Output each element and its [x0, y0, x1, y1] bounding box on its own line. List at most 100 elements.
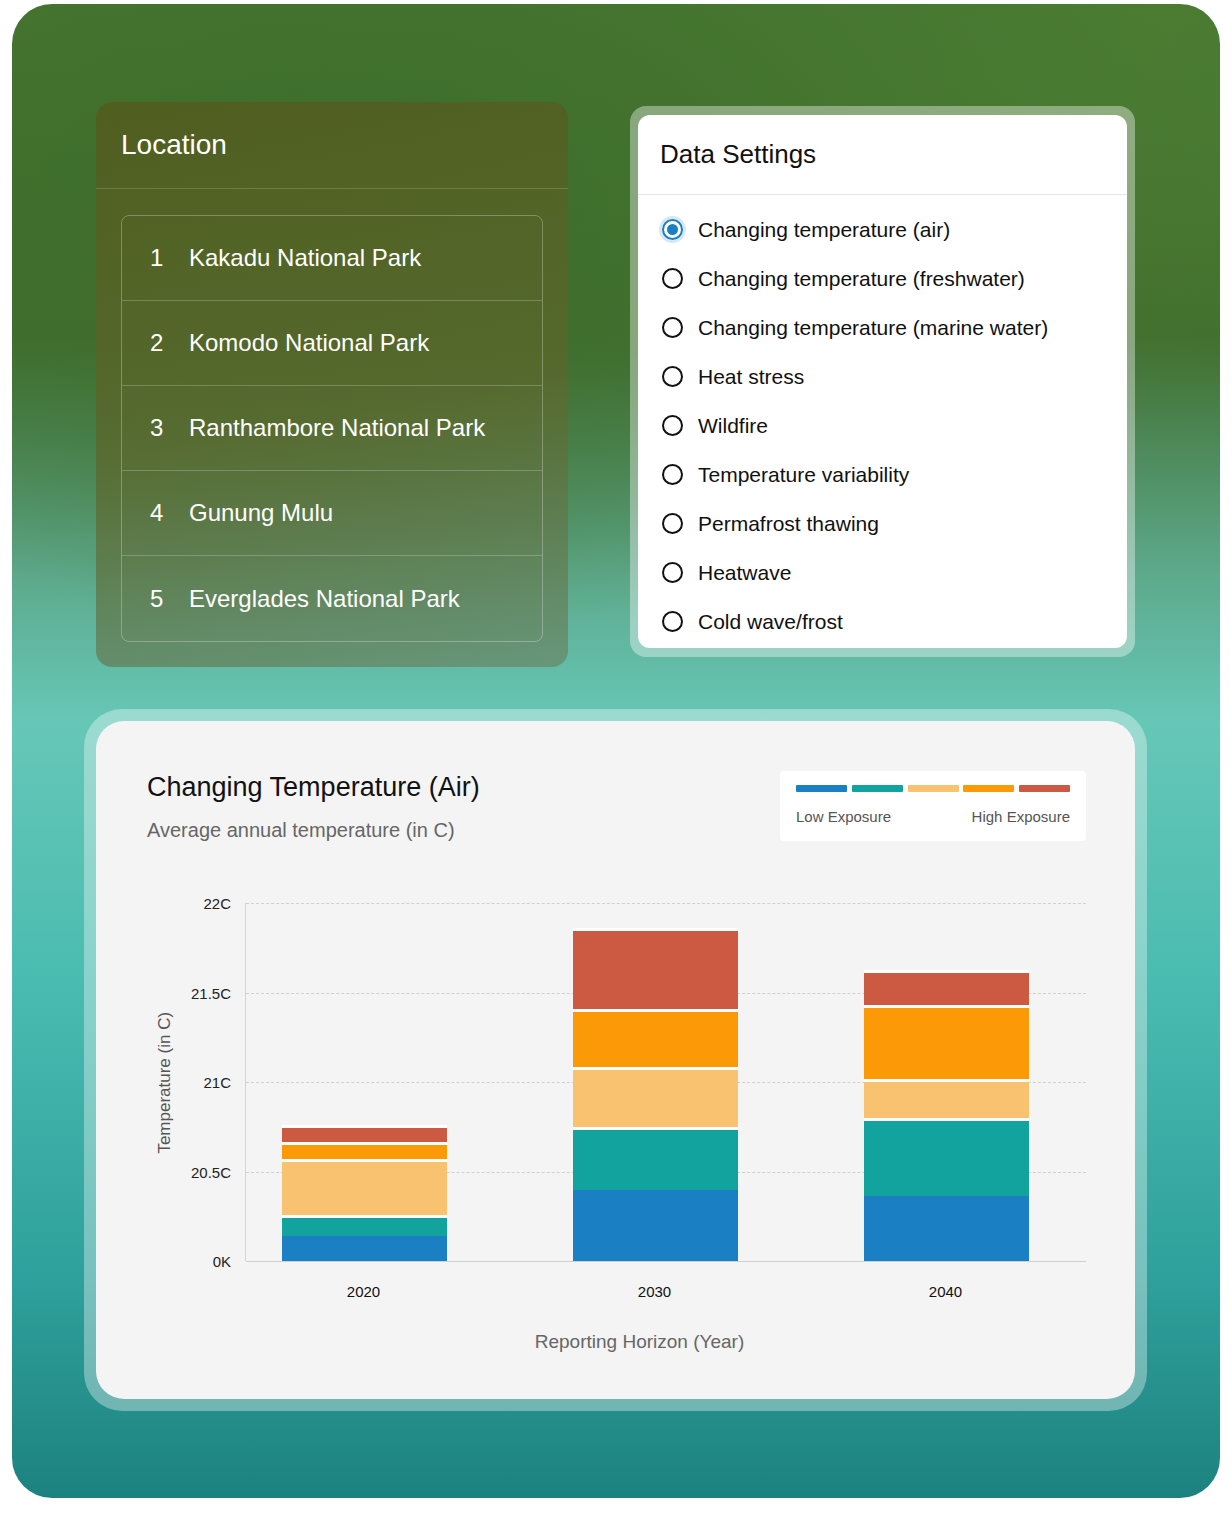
- data-settings-title: Data Settings: [638, 115, 1127, 195]
- plot-area: [245, 903, 1086, 1261]
- bar-segment[interactable]: [864, 1079, 1029, 1118]
- location-number: 4: [150, 495, 189, 531]
- legend-swatches: [796, 785, 1070, 792]
- location-item[interactable]: 5Everglades National Park: [122, 556, 542, 641]
- y-tick-label: 22C: [203, 896, 231, 911]
- chart-frame: Changing Temperature (Air) Average annual…: [84, 709, 1147, 1411]
- bar-segment[interactable]: [573, 1009, 738, 1067]
- bar-segment[interactable]: [864, 1118, 1029, 1196]
- location-name: Ranthambore National Park: [189, 410, 485, 446]
- y-tick-label: 20.5C: [191, 1164, 231, 1179]
- location-name: Gunung Mulu: [189, 495, 333, 531]
- location-name: Komodo National Park: [189, 325, 429, 361]
- legend-low-label: Low Exposure: [796, 806, 891, 829]
- location-panel: Location1Kakadu National Park2Komodo Nat…: [96, 102, 568, 667]
- y-tick-label: 21.5C: [191, 985, 231, 1000]
- location-list: 1Kakadu National Park2Komodo National Pa…: [121, 215, 543, 642]
- radio-button[interactable]: [662, 415, 683, 436]
- radio-option[interactable]: Wildfire: [662, 401, 1127, 450]
- data-settings-frame: Data SettingsChanging temperature (air)C…: [630, 106, 1135, 657]
- radio-label: Permafrost thawing: [698, 508, 879, 540]
- y-axis-title: Temperature (in C): [152, 1012, 178, 1154]
- location-number: 2: [150, 325, 189, 361]
- chart-card: Changing Temperature (Air) Average annual…: [96, 721, 1135, 1399]
- radio-button[interactable]: [662, 219, 683, 240]
- y-axis-title-box: Temperature (in C): [147, 903, 183, 1261]
- location-item[interactable]: 1Kakadu National Park: [122, 216, 542, 301]
- radio-button[interactable]: [662, 562, 683, 583]
- bar-segment[interactable]: [282, 1215, 447, 1236]
- radio-option[interactable]: Heat stress: [662, 352, 1127, 401]
- bar-group: [246, 903, 1086, 1261]
- radio-label: Heat stress: [698, 361, 804, 393]
- radio-option[interactable]: Temperature variability: [662, 450, 1127, 499]
- location-title: Location: [96, 102, 568, 189]
- radio-label: Wildfire: [698, 410, 768, 442]
- radio-label: Changing temperature (marine water): [698, 312, 1048, 344]
- radio-button[interactable]: [662, 268, 683, 289]
- bar-segment[interactable]: [282, 1142, 447, 1159]
- radio-button[interactable]: [662, 317, 683, 338]
- data-settings-panel: Data SettingsChanging temperature (air)C…: [638, 115, 1127, 648]
- y-tick-label: 0K: [213, 1254, 231, 1269]
- location-number: 3: [150, 410, 189, 446]
- legend-swatch: [796, 785, 847, 792]
- y-axis-ticks: 22C21.5C21C20.5C0K: [183, 903, 245, 1261]
- location-name: Kakadu National Park: [189, 240, 421, 276]
- y-tick-label: 21C: [203, 1075, 231, 1090]
- legend-labels: Low Exposure High Exposure: [796, 806, 1070, 829]
- legend-swatch: [852, 785, 903, 792]
- radio-option[interactable]: Changing temperature (freshwater): [662, 254, 1127, 303]
- radio-label: Changing temperature (freshwater): [698, 263, 1025, 295]
- location-number: 5: [150, 581, 189, 617]
- radio-option[interactable]: Changing temperature (marine water): [662, 303, 1127, 352]
- chart-legend: Low Exposure High Exposure: [780, 771, 1086, 841]
- location-number: 1: [150, 240, 189, 276]
- radio-dot-icon: [667, 224, 678, 235]
- location-item[interactable]: 3Ranthambore National Park: [122, 386, 542, 471]
- chart-body: Temperature (in C)22C21.5C21C20.5C0K: [147, 903, 1086, 1261]
- bar-segment[interactable]: [864, 970, 1029, 1006]
- bar-segment[interactable]: [573, 1190, 738, 1262]
- stacked-bar[interactable]: [282, 903, 447, 1261]
- bar-segment[interactable]: [573, 1127, 738, 1190]
- radio-option[interactable]: Heatwave: [662, 548, 1127, 597]
- radio-option[interactable]: Cold wave/frost: [662, 597, 1127, 646]
- x-tick-label: 2030: [572, 1281, 737, 1304]
- location-item[interactable]: 2Komodo National Park: [122, 301, 542, 386]
- chart-title: Changing Temperature (Air): [147, 771, 480, 803]
- radio-button[interactable]: [662, 611, 683, 632]
- bar-segment[interactable]: [573, 928, 738, 1009]
- radio-label: Changing temperature (air): [698, 214, 950, 246]
- radio-label: Temperature variability: [698, 459, 909, 491]
- radio-label: Cold wave/frost: [698, 606, 843, 638]
- radio-option[interactable]: Permafrost thawing: [662, 499, 1127, 548]
- legend-high-label: High Exposure: [972, 806, 1070, 829]
- chart-subtitle: Average annual temperature (in C): [147, 815, 480, 845]
- radio-option[interactable]: Changing temperature (air): [662, 205, 1127, 254]
- legend-swatch: [963, 785, 1014, 792]
- radio-button[interactable]: [662, 464, 683, 485]
- bar-segment[interactable]: [282, 1159, 447, 1214]
- background-photo: Location1Kakadu National Park2Komodo Nat…: [12, 4, 1220, 1498]
- legend-swatch: [908, 785, 959, 792]
- x-axis-title: Reporting Horizon (Year): [245, 1328, 1086, 1357]
- bar-segment[interactable]: [282, 1125, 447, 1143]
- data-settings-options: Changing temperature (air) Changing tempe…: [638, 195, 1127, 646]
- location-item[interactable]: 4Gunung Mulu: [122, 471, 542, 556]
- bar-segment[interactable]: [864, 1005, 1029, 1078]
- bar-segment[interactable]: [282, 1236, 447, 1261]
- chart-heading: Changing Temperature (Air) Average annual…: [147, 771, 480, 845]
- radio-label: Heatwave: [698, 557, 791, 589]
- stacked-bar[interactable]: [573, 903, 738, 1261]
- bar-segment[interactable]: [864, 1196, 1029, 1261]
- location-name: Everglades National Park: [189, 581, 460, 617]
- chart-header: Changing Temperature (Air) Average annual…: [147, 771, 1086, 845]
- legend-swatch: [1019, 785, 1070, 792]
- bar-segment[interactable]: [573, 1067, 738, 1127]
- radio-button[interactable]: [662, 513, 683, 534]
- stacked-bar[interactable]: [864, 903, 1029, 1261]
- x-tick-label: 2020: [281, 1281, 446, 1304]
- top-row: Location1Kakadu National Park2Komodo Nat…: [12, 102, 1220, 667]
- radio-button[interactable]: [662, 366, 683, 387]
